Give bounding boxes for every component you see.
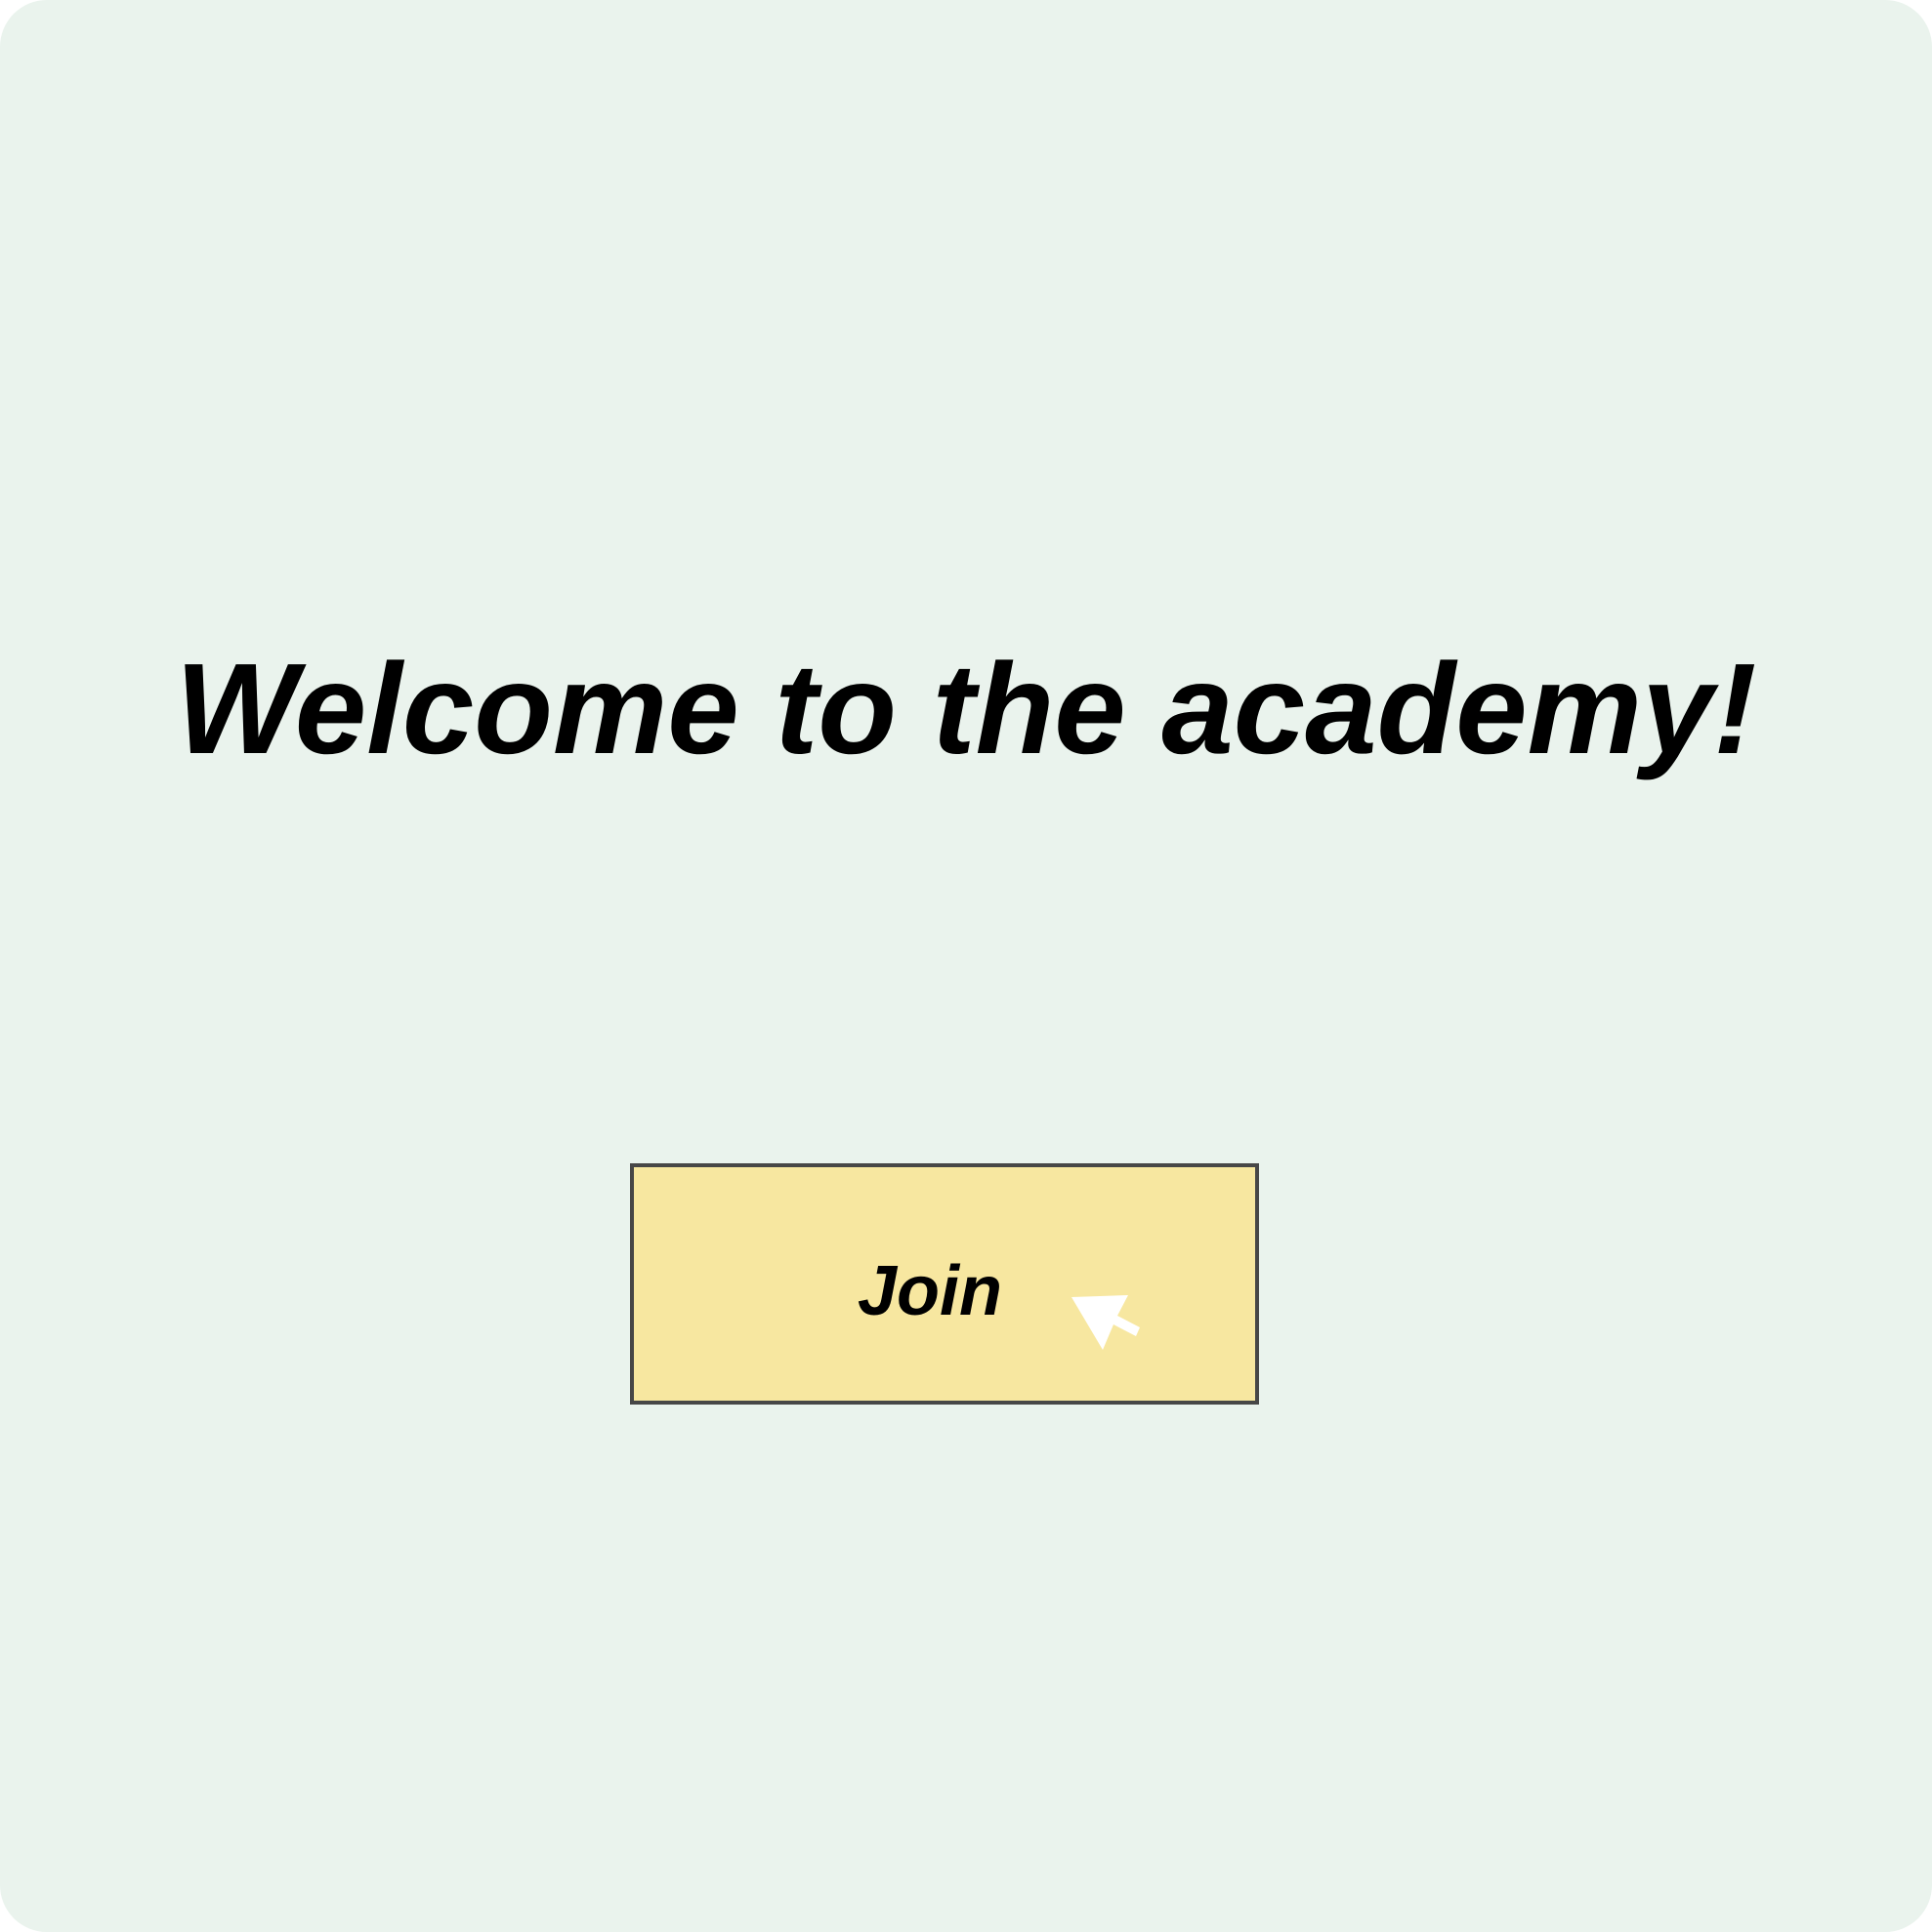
page-title: Welcome to the academy! [175,637,1757,780]
join-button[interactable]: Join [630,1163,1259,1405]
join-button-label: Join [857,1251,1002,1330]
mouse-pointer-icon [1071,1295,1140,1350]
app-screen: Welcome to the academy! Join [0,0,1932,1932]
